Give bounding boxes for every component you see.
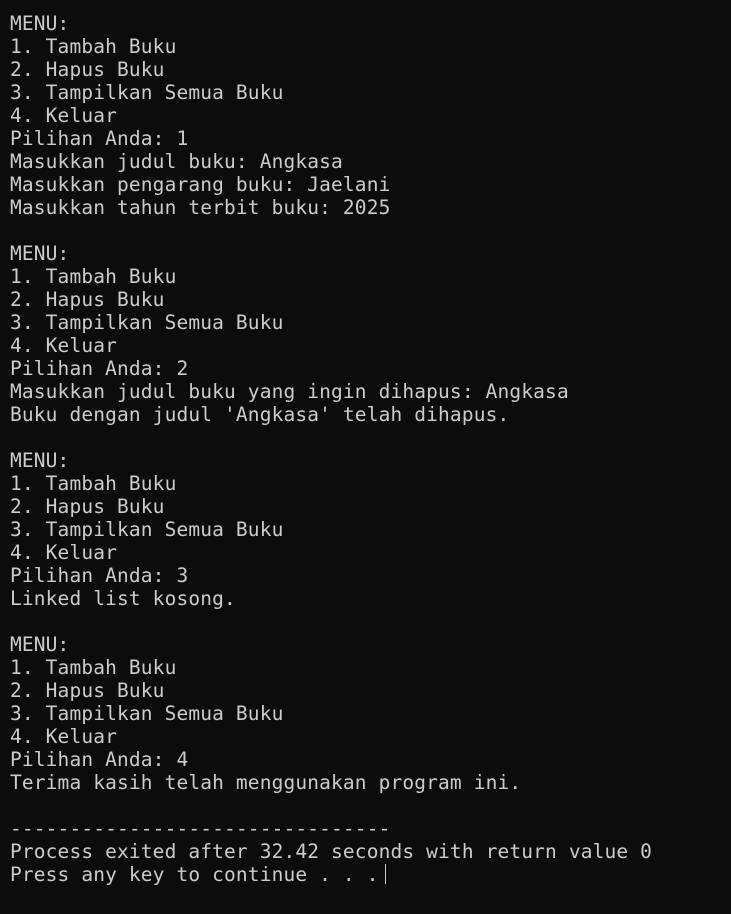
console-line: 3. Tampilkan Semua Buku	[10, 81, 284, 104]
console-line: Masukkan tahun terbit buku: 2025	[10, 196, 391, 219]
console-line: Masukkan pengarang buku: Jaelani	[10, 173, 391, 196]
console-line: Masukkan judul buku: Angkasa	[10, 150, 343, 173]
console-line: 1. Tambah Buku	[10, 35, 177, 58]
console-output: MENU: 1. Tambah Buku 2. Hapus Buku 3. Tampi…	[10, 12, 731, 863]
console-line: Pilihan Anda: 1	[10, 127, 189, 150]
continue-prompt-line: Press any key to continue . . .	[10, 863, 731, 886]
console-line: Linked list kosong.	[10, 587, 236, 610]
console-line: MENU:	[10, 449, 70, 472]
console-line: 3. Tampilkan Semua Buku	[10, 702, 284, 725]
console-line: Process exited after 32.42 seconds with …	[10, 840, 653, 863]
console-line: Buku dengan judul 'Angkasa' telah dihapu…	[10, 403, 510, 426]
console-line: 1. Tambah Buku	[10, 265, 177, 288]
console-line: 2. Hapus Buku	[10, 58, 165, 81]
console-line: Terima kasih telah menggunakan program i…	[10, 771, 522, 794]
console-window[interactable]: MENU: 1. Tambah Buku 2. Hapus Buku 3. Tampi…	[0, 0, 731, 914]
console-line: Pilihan Anda: 3	[10, 564, 189, 587]
console-line: 2. Hapus Buku	[10, 495, 165, 518]
console-line: MENU:	[10, 633, 70, 656]
console-line: 4. Keluar	[10, 334, 118, 357]
console-line: 4. Keluar	[10, 541, 118, 564]
console-line: MENU:	[10, 12, 70, 35]
console-line: 4. Keluar	[10, 104, 118, 127]
text-cursor	[384, 864, 386, 884]
console-line: Masukkan judul buku yang ingin dihapus: …	[10, 380, 569, 403]
console-line: 2. Hapus Buku	[10, 679, 165, 702]
console-line: 4. Keluar	[10, 725, 118, 748]
continue-prompt-text: Press any key to continue . . .	[10, 863, 379, 886]
console-line: --------------------------------	[10, 817, 391, 840]
console-line: 1. Tambah Buku	[10, 472, 177, 495]
console-line: 3. Tampilkan Semua Buku	[10, 518, 284, 541]
console-line: MENU:	[10, 242, 70, 265]
console-line: 2. Hapus Buku	[10, 288, 165, 311]
console-line: 1. Tambah Buku	[10, 656, 177, 679]
console-line: 3. Tampilkan Semua Buku	[10, 311, 284, 334]
console-line: Pilihan Anda: 2	[10, 357, 189, 380]
console-line: Pilihan Anda: 4	[10, 748, 189, 771]
